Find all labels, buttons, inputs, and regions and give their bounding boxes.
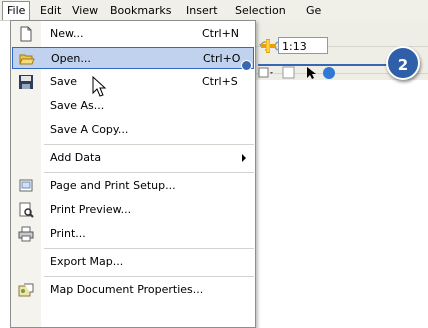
- menu-item-save[interactable]: Save Ctrl+S: [12, 71, 254, 93]
- printer-icon: [18, 226, 34, 242]
- save-disk-icon: [18, 74, 34, 90]
- editor-tool-icon[interactable]: [258, 66, 276, 80]
- step-number-badge: 2: [386, 46, 420, 80]
- mouse-cursor-icon: [92, 75, 108, 98]
- menu-selection[interactable]: Selection: [235, 3, 286, 18]
- menu-item-label: Export Map...: [50, 255, 124, 268]
- file-menu: New... Ctrl+N Open... Ctrl+O Save Ctrl+S…: [10, 20, 256, 328]
- menu-item-shortcut: Ctrl+N: [202, 27, 240, 40]
- callout-anchor-dot: [241, 60, 252, 71]
- menu-item-label: Print...: [50, 227, 86, 240]
- menu-item-new[interactable]: New... Ctrl+N: [12, 23, 254, 45]
- menu-item-export-map[interactable]: Export Map...: [12, 251, 254, 273]
- menu-item-label: Page and Print Setup...: [50, 179, 176, 192]
- map-scale-input[interactable]: 1:13: [278, 37, 328, 54]
- menu-item-save-a-copy[interactable]: Save A Copy...: [12, 119, 254, 141]
- menu-file[interactable]: File: [2, 1, 31, 20]
- callout-line: [258, 64, 398, 66]
- menu-item-save-as[interactable]: Save As...: [12, 95, 254, 117]
- menu-item-label: Save As...: [50, 99, 105, 112]
- menu-item-print[interactable]: Print...: [12, 223, 254, 245]
- menu-item-label: Print Preview...: [50, 203, 132, 216]
- identify-icon[interactable]: [322, 66, 336, 80]
- menu-bar: File Edit View Bookmarks Insert Selectio…: [0, 0, 428, 21]
- menu-bookmarks[interactable]: Bookmarks: [110, 3, 171, 18]
- menu-separator: [44, 276, 254, 277]
- menu-item-label: Save: [50, 75, 78, 88]
- open-folder-icon: [19, 51, 35, 67]
- menu-item-page-setup[interactable]: Page and Print Setup...: [12, 175, 254, 197]
- print-preview-icon: [18, 202, 34, 218]
- submenu-arrow-icon: [242, 154, 246, 162]
- menu-edit[interactable]: Edit: [40, 3, 61, 18]
- new-document-icon: [18, 26, 34, 42]
- menu-view[interactable]: View: [72, 3, 98, 18]
- menu-item-map-document-properties[interactable]: Map Document Properties...: [12, 279, 254, 301]
- menu-item-print-preview[interactable]: Print Preview...: [12, 199, 254, 221]
- menu-item-open[interactable]: Open... Ctrl+O: [12, 47, 254, 69]
- menu-separator: [44, 144, 254, 145]
- add-data-icon[interactable]: [260, 38, 276, 54]
- select-elements-icon[interactable]: [304, 66, 318, 80]
- menu-separator: [44, 248, 254, 249]
- menu-item-label: Map Document Properties...: [50, 283, 204, 296]
- menu-item-add-data[interactable]: Add Data: [12, 147, 254, 169]
- map-properties-icon: [18, 282, 34, 298]
- menu-item-shortcut: Ctrl+S: [202, 75, 238, 88]
- layout-tool-icon[interactable]: [282, 66, 296, 80]
- menu-item-label: Add Data: [50, 151, 102, 164]
- menu-insert[interactable]: Insert: [186, 3, 218, 18]
- page-setup-icon: [18, 178, 34, 194]
- menu-separator: [44, 172, 254, 173]
- menu-item-shortcut: Ctrl+O: [203, 52, 241, 65]
- menu-item-label: Save A Copy...: [50, 123, 129, 136]
- menu-geoprocessing[interactable]: Ge: [306, 3, 321, 18]
- menu-item-label: New...: [50, 27, 84, 40]
- menu-item-label: Open...: [51, 52, 91, 65]
